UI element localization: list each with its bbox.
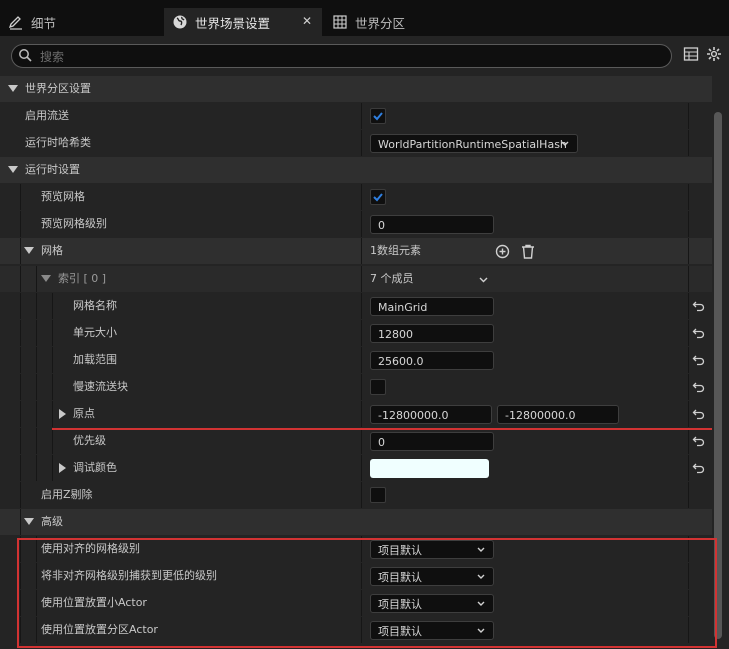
property-label: 网格名称 [73, 299, 117, 312]
chevron-down-icon [24, 247, 34, 254]
debug-color-swatch[interactable] [370, 459, 489, 478]
section-runtime[interactable]: 运行时设置 [0, 157, 712, 183]
chevron-down-icon [8, 166, 18, 173]
row-enable-streaming: 启用流送 [0, 103, 712, 129]
chevron-right-icon[interactable] [59, 409, 66, 419]
chevron-down-icon [8, 85, 18, 92]
priority-input[interactable]: 0 [370, 432, 494, 451]
property-label: 原点 [73, 407, 95, 420]
row-grids[interactable]: 网格 1数组元素 [0, 238, 712, 264]
origin-x-input[interactable]: -12800000.0 [370, 405, 492, 424]
property-label: 索引 [ 0 ] [58, 272, 107, 285]
trash-icon[interactable] [521, 244, 535, 259]
section-world-partition[interactable]: 世界分区设置 [0, 76, 712, 102]
array-count: 1数组元素 [370, 244, 421, 257]
section-label: 运行时设置 [25, 163, 80, 176]
property-label: 单元大小 [73, 326, 117, 339]
slow-streaming-checkbox[interactable] [370, 379, 386, 395]
row-cell-size: 单元大小 12800 [0, 320, 712, 346]
grid-icon [333, 15, 347, 29]
close-icon[interactable]: ✕ [302, 14, 312, 28]
pencil-icon [8, 16, 22, 30]
search-input[interactable]: 搜索 [11, 44, 672, 68]
property-label: 慢速流送块 [73, 380, 128, 393]
tab-label: 世界分区 [355, 15, 406, 31]
row-preview-grid: 预览网格 [0, 184, 712, 210]
property-label: 启用流送 [25, 109, 69, 122]
row-runtime-hash-class: 运行时哈希类 WorldPartitionRuntimeSpatialHash [0, 130, 712, 156]
highlight-underline [52, 428, 712, 430]
search-placeholder: 搜索 [40, 50, 65, 64]
reset-icon[interactable] [692, 299, 706, 313]
property-label: 网格 [41, 244, 63, 257]
loading-range-input[interactable]: 25600.0 [370, 351, 494, 370]
chevron-down-icon [561, 141, 569, 146]
grid-name-input[interactable]: MainGrid [370, 297, 494, 316]
row-grid-name: 网格名称 MainGrid [0, 293, 712, 319]
cell-size-input[interactable]: 12800 [370, 324, 494, 343]
reset-icon[interactable] [692, 353, 706, 367]
reset-icon[interactable] [692, 326, 706, 340]
tab-details[interactable]: 细节 [0, 8, 160, 36]
preview-grid-level-input[interactable]: 0 [370, 215, 494, 234]
reset-icon[interactable] [692, 407, 706, 421]
table-icon[interactable] [683, 46, 699, 62]
row-slow-streaming: 慢速流送块 [0, 374, 712, 400]
reset-icon[interactable] [692, 461, 706, 475]
check-icon [373, 112, 383, 121]
tab-world-partition[interactable]: 世界分区 [324, 8, 444, 36]
reset-icon[interactable] [692, 380, 706, 394]
enable-streaming-checkbox[interactable] [370, 108, 386, 124]
add-icon[interactable] [495, 244, 510, 259]
tab-bar: 细节 世界场景设置 ✕ 世界分区 [0, 0, 729, 36]
origin-y-input[interactable]: -12800000.0 [497, 405, 619, 424]
tab-label: 细节 [31, 15, 57, 31]
property-label: 调试颜色 [73, 461, 117, 474]
property-label: 加载范围 [73, 353, 117, 366]
row-origin: 原点 -12800000.0 -12800000.0 [0, 401, 712, 427]
chevron-down-icon [24, 518, 34, 525]
tab-world-settings[interactable]: 世界场景设置 ✕ [164, 8, 322, 36]
member-count: 7 个成员 [370, 272, 414, 285]
section-label: 高级 [41, 515, 63, 528]
row-preview-grid-level: 预览网格级别 0 [0, 211, 712, 237]
runtime-hash-class-dropdown[interactable]: WorldPartitionRuntimeSpatialHash [370, 134, 578, 153]
property-label: 启用Z剔除 [41, 488, 93, 501]
gear-icon[interactable] [706, 46, 722, 62]
row-loading-range: 加载范围 25600.0 [0, 347, 712, 373]
reset-icon[interactable] [692, 434, 706, 448]
property-label: 运行时哈希类 [25, 136, 91, 149]
property-label: 预览网格 [41, 190, 85, 203]
property-label: 预览网格级别 [41, 217, 107, 230]
search-icon [19, 49, 32, 62]
property-label: 优先级 [73, 434, 106, 447]
enable-z-culling-checkbox[interactable] [370, 487, 386, 503]
highlight-box [17, 538, 717, 648]
chevron-down-icon [41, 275, 51, 282]
globe-icon [173, 15, 187, 29]
preview-grid-checkbox[interactable] [370, 189, 386, 205]
tab-label: 世界场景设置 [195, 15, 271, 31]
row-index0[interactable]: 索引 [ 0 ] 7 个成员 [0, 266, 712, 292]
chevron-down-icon[interactable] [479, 276, 488, 284]
row-enable-z-culling: 启用Z剔除 [0, 482, 712, 508]
section-label: 世界分区设置 [25, 82, 91, 95]
row-debug-color: 调试颜色 [0, 455, 712, 481]
chevron-right-icon[interactable] [59, 463, 66, 473]
row-advanced[interactable]: 高级 [0, 509, 712, 535]
row-priority: 优先级 0 [0, 428, 712, 454]
dropdown-value: WorldPartitionRuntimeSpatialHash [378, 138, 567, 151]
check-icon [373, 193, 383, 202]
